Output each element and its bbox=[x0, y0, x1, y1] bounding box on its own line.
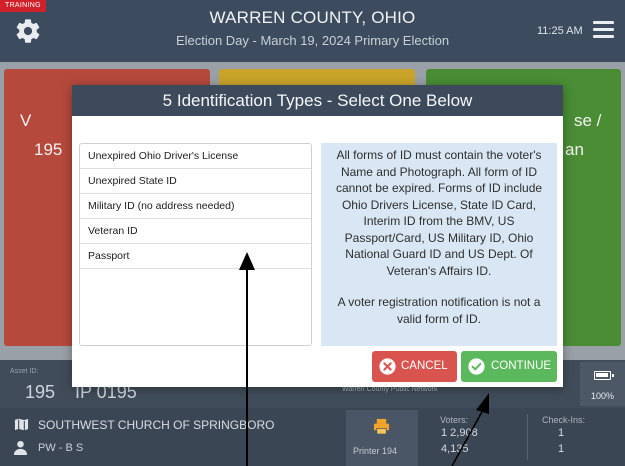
screen: TRAINING WARREN COUNTY, OHIO Election Da… bbox=[0, 0, 625, 466]
printer-label: Printer 194 bbox=[353, 446, 398, 456]
county-title: WARREN COUNTY, OHIO bbox=[209, 8, 416, 27]
asset-value: 195 bbox=[25, 382, 56, 402]
clock: 11:25 AM bbox=[537, 25, 583, 37]
tile-fragment: V bbox=[20, 111, 32, 130]
voters-count: 4,135 bbox=[441, 443, 469, 455]
printer-icon bbox=[373, 418, 390, 435]
status-bar-bottom bbox=[0, 408, 625, 466]
id-note-text: A voter registration notification is not… bbox=[337, 295, 541, 326]
voters-label: Voters: bbox=[440, 415, 469, 425]
person-icon bbox=[13, 440, 28, 455]
election-subtitle: Election Day - March 19, 2024 Primary El… bbox=[175, 33, 450, 48]
id-type-option[interactable]: Veteran ID bbox=[80, 219, 311, 244]
id-requirements-text: All forms of ID must contain the voter's… bbox=[335, 148, 543, 278]
id-type-option[interactable]: Unexpired State ID bbox=[80, 169, 311, 194]
location-icon bbox=[13, 417, 30, 432]
id-type-option[interactable]: Passport bbox=[80, 244, 311, 269]
asset-label: Asset ID: bbox=[10, 368, 39, 375]
id-type-option[interactable]: Unexpired Ohio Driver's License bbox=[80, 144, 311, 169]
id-type-option[interactable]: Military ID (no address needed) bbox=[80, 194, 311, 219]
id-type-list: Unexpired Ohio Driver's License Unexpire… bbox=[79, 143, 312, 346]
cancel-icon bbox=[379, 358, 396, 375]
checkins-value: 1 bbox=[558, 443, 565, 455]
dialog-title: 5 Identification Types - Select One Belo… bbox=[72, 85, 563, 116]
menu-icon[interactable] bbox=[593, 21, 614, 39]
battery-percent: 100% bbox=[591, 391, 615, 401]
check-icon bbox=[468, 358, 485, 375]
precinct-code: PW - B S bbox=[38, 442, 84, 454]
cancel-button[interactable]: CANCEL bbox=[372, 351, 457, 382]
battery-icon bbox=[594, 371, 614, 380]
tile-fragment: an bbox=[565, 140, 584, 159]
checkins-value: 1 bbox=[558, 427, 565, 439]
checkins-label: Check-Ins: bbox=[542, 415, 586, 425]
tile-fragment: 195 bbox=[34, 140, 63, 159]
id-info-panel: All forms of ID must contain the voter's… bbox=[321, 143, 557, 346]
continue-label: CONTINUE bbox=[491, 360, 552, 372]
network-name: Warren County Public Network bbox=[342, 386, 438, 393]
polling-location: SOUTHWEST CHURCH OF SPRINGBORO bbox=[38, 418, 275, 432]
continue-button[interactable]: CONTINUE bbox=[461, 351, 557, 382]
tile-fragment: se / bbox=[574, 111, 602, 130]
cancel-label: CANCEL bbox=[401, 360, 448, 372]
id-type-dialog: 5 Identification Types - Select One Belo… bbox=[72, 85, 563, 387]
divider bbox=[527, 414, 528, 460]
voters-registered: 1 2,908 bbox=[441, 427, 478, 439]
